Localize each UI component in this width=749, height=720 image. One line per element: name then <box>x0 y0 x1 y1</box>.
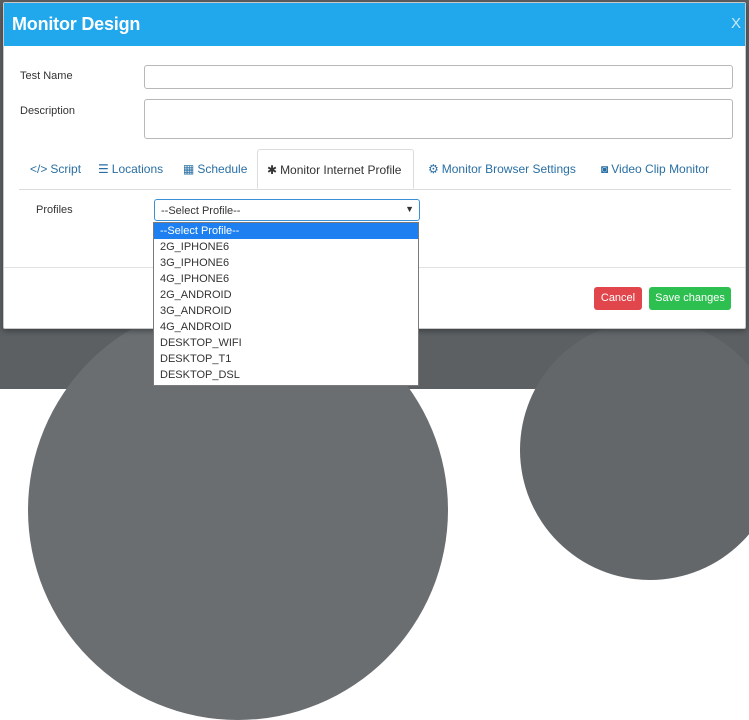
dropdown-option[interactable]: 2G_IPHONE6 <box>154 239 418 255</box>
dropdown-option[interactable]: 4G_ANDROID <box>154 319 418 335</box>
modal-title: Monitor Design <box>12 14 141 34</box>
tab-video-clip-monitor[interactable]: ◙ Video Clip Monitor <box>601 162 709 176</box>
test-name-label: Test Name <box>20 70 73 82</box>
dropdown-option[interactable]: DESKTOP_DSL <box>154 367 418 383</box>
profiles-dropdown-list: --Select Profile-- 2G_IPHONE6 3G_IPHONE6… <box>153 222 419 386</box>
test-name-input[interactable] <box>144 65 733 89</box>
tab-monitor-internet-profile[interactable]: ✱ Monitor Internet Profile <box>257 149 414 189</box>
modal-header: Monitor Design X <box>4 3 745 46</box>
dropdown-option[interactable]: DESKTOP_T1 <box>154 351 418 367</box>
calendar-icon: ▦ <box>183 162 195 176</box>
close-button[interactable]: X <box>731 16 741 31</box>
code-icon: </> <box>30 162 48 176</box>
tab-label: Locations <box>111 162 164 176</box>
dropdown-option[interactable]: 4G_IPHONE6 <box>154 271 418 287</box>
sliders-icon: ☰ <box>98 162 109 176</box>
save-changes-button[interactable]: Save changes <box>649 287 731 310</box>
dropdown-option[interactable]: 2G_ANDROID <box>154 287 418 303</box>
tab-label: Schedule <box>197 162 248 176</box>
chevron-down-icon: ▼ <box>405 204 414 214</box>
profiles-select-value: --Select Profile-- <box>161 205 241 217</box>
profiles-select[interactable]: --Select Profile-- ▼ <box>154 199 420 221</box>
tab-label: Video Clip Monitor <box>611 162 710 176</box>
tab-bar: </> Script ☰ Locations ▦ Schedule ✱ Monitor … <box>19 149 731 190</box>
tab-label: Script <box>50 162 82 176</box>
dropdown-option[interactable]: DESKTOP_WIFI <box>154 335 418 351</box>
backdrop-decoration <box>520 320 749 580</box>
description-label: Description <box>20 105 76 117</box>
tab-script[interactable]: </> Script <box>30 162 81 176</box>
dropdown-option[interactable]: 3G_ANDROID <box>154 303 418 319</box>
tab-locations[interactable]: ☰ Locations <box>98 162 163 176</box>
profiles-label: Profiles <box>36 204 73 216</box>
tab-monitor-browser-settings[interactable]: ⚙ Monitor Browser Settings <box>428 162 576 176</box>
gears-icon: ⚙ <box>428 162 439 176</box>
dropdown-option[interactable]: --Select Profile-- <box>154 223 418 239</box>
gear-icon: ✱ <box>267 163 278 177</box>
dropdown-option[interactable]: 3G_IPHONE6 <box>154 255 418 271</box>
description-input[interactable] <box>144 99 733 139</box>
tab-label: Monitor Browser Settings <box>441 162 576 176</box>
camera-icon: ◙ <box>601 162 609 176</box>
tab-schedule[interactable]: ▦ Schedule <box>183 162 247 176</box>
cancel-button[interactable]: Cancel <box>594 287 642 310</box>
tab-label: Monitor Internet Profile <box>280 163 402 177</box>
